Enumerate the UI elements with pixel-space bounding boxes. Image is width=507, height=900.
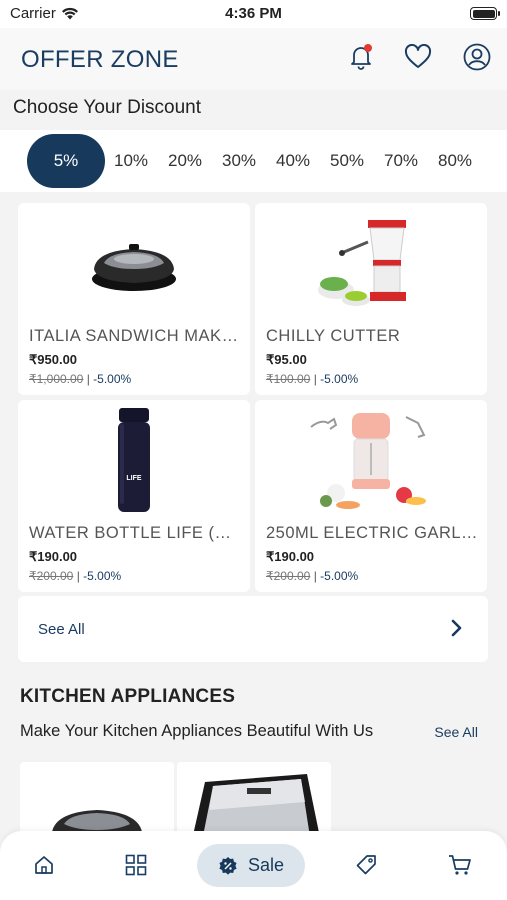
user-icon	[463, 43, 491, 71]
tab-sale[interactable]: Sale	[197, 844, 305, 887]
tab-cart[interactable]	[443, 848, 477, 882]
product-old-price-row: ₹200.00 | -5.00%	[266, 569, 358, 583]
tab-sale-label: Sale	[247, 855, 285, 875]
home-icon	[35, 856, 53, 874]
price-separator: |	[86, 372, 90, 386]
product-old-price: ₹1,000.00	[29, 372, 84, 386]
status-bar: Carrier 4:36 PM	[0, 0, 507, 28]
product-discount: -5.00%	[83, 569, 122, 583]
product-old-price-row: ₹200.00 | -5.00%	[29, 569, 121, 583]
tab-offers[interactable]	[349, 848, 383, 882]
product-price: ₹95.00	[266, 352, 307, 367]
kitchen-see-all-link[interactable]: See All	[434, 724, 478, 740]
app-header: OFFER ZONE	[0, 28, 507, 90]
product-discount: -5.00%	[93, 372, 132, 386]
discount-option-5[interactable]: 5%	[27, 134, 105, 188]
status-time: 4:36 PM	[225, 5, 282, 22]
product-name: CHILLY CUTTER	[266, 327, 401, 345]
see-all-label: See All	[38, 621, 85, 638]
price-separator: |	[313, 372, 317, 386]
product-discount: -5.00%	[320, 569, 359, 583]
product-discount: -5.00%	[320, 372, 359, 386]
grid-icon	[125, 854, 147, 876]
product-image-garlic-chopper	[255, 406, 487, 516]
discount-option-50[interactable]: 50%	[326, 134, 368, 188]
bottom-tab-bar: Sale	[0, 831, 507, 900]
product-image-chilly-cutter	[255, 209, 487, 319]
tag-icon	[356, 855, 376, 875]
product-card[interactable]: ITALIA SANDWICH MAKER (PARNINI GRILL) ₹9…	[18, 203, 250, 395]
product-old-price: ₹200.00	[266, 569, 311, 583]
product-image-sandwich-maker	[18, 209, 250, 319]
discount-selector: 5% 10% 20% 30% 40% 50% 70% 80%	[0, 130, 507, 192]
tab-categories[interactable]	[119, 848, 153, 882]
bottle-brand-label: LIFE	[126, 475, 141, 482]
battery-icon	[470, 7, 500, 20]
price-separator: |	[313, 569, 317, 583]
kitchen-section-title: KITCHEN APPLIANCES	[20, 686, 236, 707]
cart-icon	[449, 855, 471, 875]
heart-icon	[404, 44, 432, 68]
wishlist-button[interactable]	[403, 42, 433, 72]
discount-option-80[interactable]: 80%	[434, 134, 476, 188]
discount-option-70[interactable]: 70%	[380, 134, 422, 188]
discount-option-10[interactable]: 10%	[110, 134, 152, 188]
product-card[interactable]: CHILLY CUTTER ₹95.00 ₹100.00 | -5.00%	[255, 203, 487, 395]
discount-heading: Choose Your Discount	[13, 97, 202, 118]
discount-option-40[interactable]: 40%	[272, 134, 314, 188]
kitchen-section-subtitle: Make Your Kitchen Appliances Beautiful W…	[20, 722, 374, 740]
profile-button[interactable]	[462, 42, 492, 72]
product-price: ₹950.00	[29, 352, 78, 367]
price-separator: |	[76, 569, 80, 583]
page-title: OFFER ZONE	[21, 46, 179, 73]
bell-icon	[351, 44, 372, 70]
product-price: ₹190.00	[266, 549, 315, 564]
product-price: ₹190.00	[29, 549, 78, 564]
product-name: 250ML ELECTRIC GARLIC CHOPPER	[266, 524, 481, 542]
sale-badge-icon	[219, 856, 237, 875]
product-name: ITALIA SANDWICH MAKER (PARNINI GRILL)	[29, 327, 244, 345]
product-name: WATER BOTTLE LIFE (MULTICOLOR)	[29, 524, 244, 542]
product-image-water-bottle: LIFE	[18, 406, 250, 516]
product-old-price-row: ₹1,000.00 | -5.00%	[29, 372, 131, 386]
discount-option-20[interactable]: 20%	[164, 134, 206, 188]
product-old-price: ₹200.00	[29, 569, 74, 583]
chevron-right-icon	[451, 619, 462, 637]
discount-option-30[interactable]: 30%	[218, 134, 260, 188]
notification-button[interactable]	[346, 42, 376, 72]
tab-home[interactable]	[27, 848, 61, 882]
product-card[interactable]: 250ML ELECTRIC GARLIC CHOPPER ₹190.00 ₹2…	[255, 400, 487, 592]
product-card[interactable]: LIFE WATER BOTTLE LIFE (MULTICOLOR) ₹190…	[18, 400, 250, 592]
product-old-price: ₹100.00	[266, 372, 311, 386]
product-old-price-row: ₹100.00 | -5.00%	[266, 372, 358, 386]
see-all-offers-button[interactable]: See All	[18, 596, 488, 662]
